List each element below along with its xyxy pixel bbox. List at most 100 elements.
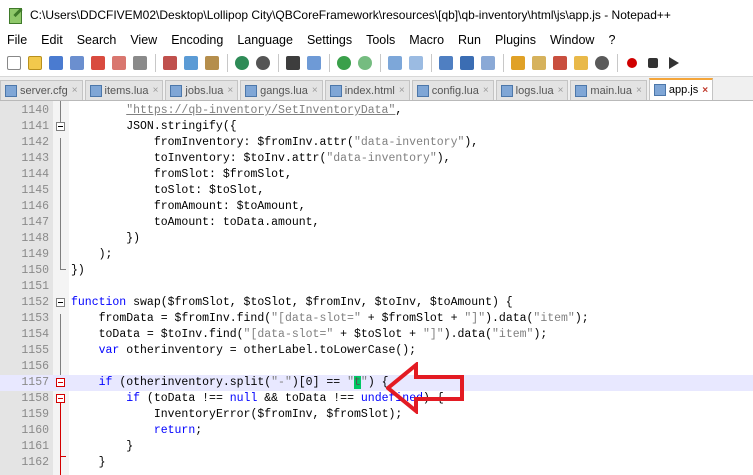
language-button[interactable]	[508, 53, 528, 73]
fold-toggle-icon[interactable]	[56, 378, 65, 387]
tab-server-cfg[interactable]: server.cfg ×	[0, 80, 83, 100]
sync-horizontal-button[interactable]	[406, 53, 426, 73]
tab-close-icon[interactable]: ×	[636, 85, 642, 96]
line-number: 1150	[21, 264, 49, 277]
play-macro-button[interactable]	[664, 53, 684, 73]
menu-window[interactable]: Window	[543, 33, 601, 47]
copy-button[interactable]	[181, 53, 201, 73]
tab-label: gangs.lua	[260, 84, 308, 97]
tab-main-lua[interactable]: main.lua ×	[570, 80, 647, 100]
code-line: 1158 if (toData !== null && toData !== u…	[0, 391, 753, 407]
tab-close-icon[interactable]: ×	[483, 85, 489, 96]
print-button[interactable]	[130, 53, 150, 73]
menu-run[interactable]: Run	[451, 33, 488, 47]
new-file-button[interactable]	[4, 53, 24, 73]
record-icon	[627, 58, 637, 68]
code-line: 1161 }	[0, 439, 753, 455]
indent-guide-button[interactable]	[478, 53, 498, 73]
menu-edit[interactable]: Edit	[34, 33, 70, 47]
code-editor[interactable]: 1140 "https://qb-inventory/SetInventoryD…	[0, 101, 753, 475]
zoom-in-icon	[337, 56, 351, 70]
tab-gangs-lua[interactable]: gangs.lua ×	[240, 80, 323, 100]
code-text: }	[126, 440, 134, 453]
line-number: 1142	[21, 136, 49, 149]
folder-workspace-button[interactable]	[571, 53, 591, 73]
code-text: var otherinventory = otherLabel.toLowerC…	[98, 344, 417, 357]
stop-macro-button[interactable]	[643, 53, 663, 73]
document-map-button[interactable]	[529, 53, 549, 73]
replace-button[interactable]	[304, 53, 324, 73]
tab-label: logs.lua	[515, 84, 554, 97]
menu-bar: File Edit Search View Encoding Language …	[0, 30, 753, 50]
line-number: 1147	[21, 216, 49, 229]
code-line: 1156	[0, 359, 753, 375]
tab-label: index.html	[344, 84, 395, 97]
fold-toggle-icon[interactable]	[56, 122, 65, 131]
line-number: 1153	[21, 312, 49, 325]
tab-close-icon[interactable]: ×	[702, 85, 708, 96]
code-line: 1150 })	[0, 263, 753, 279]
show-all-chars-button[interactable]	[457, 53, 477, 73]
tab-jobs-lua[interactable]: jobs.lua ×	[165, 80, 239, 100]
line-number: 1154	[21, 328, 49, 341]
code-text: function swap($fromSlot, $toSlot, $fromI…	[71, 296, 513, 309]
menu-view[interactable]: View	[123, 33, 164, 47]
menu-tools[interactable]: Tools	[359, 33, 402, 47]
tab-label: items.lua	[104, 84, 149, 97]
cut-button[interactable]	[160, 53, 180, 73]
open-file-button[interactable]	[25, 53, 45, 73]
undo-button[interactable]	[232, 53, 252, 73]
toolbar-separator	[617, 54, 618, 72]
code-line: 1143 toInventory: $toInv.attr("data-inve…	[0, 151, 753, 167]
paste-button[interactable]	[202, 53, 222, 73]
find-button[interactable]	[283, 53, 303, 73]
tab-close-icon[interactable]: ×	[227, 85, 233, 96]
tab-close-icon[interactable]: ×	[558, 85, 564, 96]
tab-close-icon[interactable]: ×	[72, 85, 78, 96]
tab-index-html[interactable]: index.html ×	[324, 80, 410, 100]
redo-button[interactable]	[253, 53, 273, 73]
tab-logs-lua[interactable]: logs.lua ×	[495, 80, 569, 100]
save-all-icon	[70, 56, 84, 70]
highlighted-string: t	[354, 376, 361, 389]
tab-app-js[interactable]: app.js ×	[648, 78, 714, 100]
replace-icon	[307, 56, 321, 70]
menu-search[interactable]: Search	[70, 33, 124, 47]
line-number: 1162	[21, 456, 49, 469]
binoculars-icon	[286, 56, 300, 70]
tab-close-icon[interactable]: ×	[399, 85, 405, 96]
zoom-out-button[interactable]	[355, 53, 375, 73]
pilcrow-icon	[460, 56, 474, 70]
close-button[interactable]	[88, 53, 108, 73]
file-icon	[329, 84, 342, 97]
line-number: 1152	[21, 296, 49, 309]
menu-encoding[interactable]: Encoding	[164, 33, 230, 47]
tab-close-icon[interactable]: ×	[153, 85, 159, 96]
save-all-button[interactable]	[67, 53, 87, 73]
word-wrap-button[interactable]	[436, 53, 456, 73]
fold-toggle-icon[interactable]	[56, 394, 65, 403]
fold-toggle-icon[interactable]	[56, 298, 65, 307]
menu-language[interactable]: Language	[230, 33, 300, 47]
menu-settings[interactable]: Settings	[300, 33, 359, 47]
tab-config-lua[interactable]: config.lua ×	[411, 80, 494, 100]
menu-plugins[interactable]: Plugins	[488, 33, 543, 47]
code-text: return;	[153, 424, 203, 437]
monitoring-button[interactable]	[592, 53, 612, 73]
sync-vertical-button[interactable]	[385, 53, 405, 73]
zoom-in-button[interactable]	[334, 53, 354, 73]
line-number: 1159	[21, 408, 49, 421]
line-number: 1140	[21, 104, 49, 117]
toolbar-separator	[155, 54, 156, 72]
tab-close-icon[interactable]: ×	[312, 85, 318, 96]
close-all-button[interactable]	[109, 53, 129, 73]
menu-macro[interactable]: Macro	[402, 33, 451, 47]
function-list-button[interactable]	[550, 53, 570, 73]
menu-help[interactable]: ?	[601, 33, 622, 47]
record-macro-button[interactable]	[622, 53, 642, 73]
code-line: 1155 var otherinventory = otherLabel.toL…	[0, 343, 753, 359]
tab-items-lua[interactable]: items.lua ×	[84, 80, 164, 100]
save-button[interactable]	[46, 53, 66, 73]
menu-file[interactable]: File	[0, 33, 34, 47]
url-string[interactable]: "https://qb-inventory/SetInventoryData"	[126, 104, 395, 117]
